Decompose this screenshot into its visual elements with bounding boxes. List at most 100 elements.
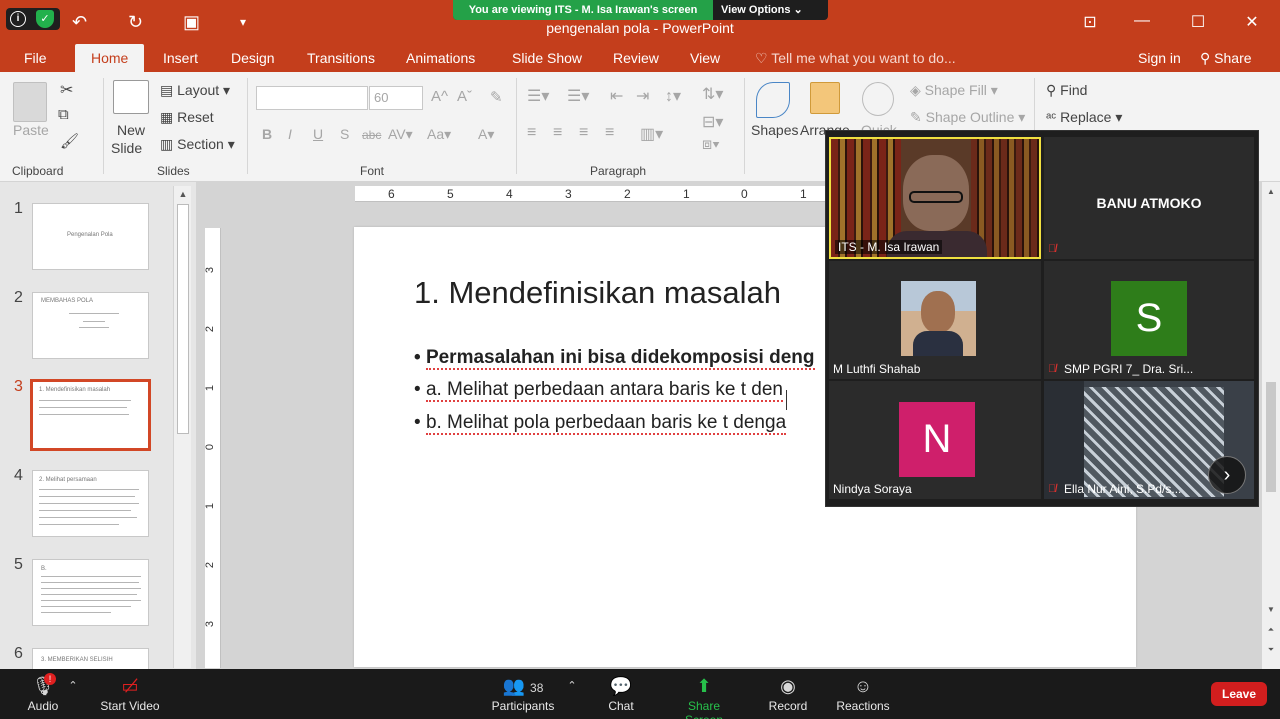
- tab-review[interactable]: Review: [613, 44, 659, 72]
- font-name-box[interactable]: [256, 86, 368, 110]
- tell-me-search[interactable]: ♡ Tell me what you want to do...: [755, 44, 956, 72]
- shadow-icon[interactable]: S: [340, 126, 349, 142]
- slide-bullet-2[interactable]: • a. Melihat perbedaan antara baris ke t…: [414, 379, 783, 402]
- video-tile-nindya[interactable]: N Nindya Soraya: [829, 381, 1041, 499]
- section-button[interactable]: ▥ Section ▾: [160, 136, 235, 153]
- slide-thumbnail-4[interactable]: 2. Melihat persamaan: [32, 470, 149, 537]
- tab-slide-show[interactable]: Slide Show: [512, 44, 582, 72]
- paste-button[interactable]: Paste: [13, 122, 49, 138]
- font-size-box[interactable]: 60: [369, 86, 423, 110]
- tab-view[interactable]: View: [690, 44, 720, 72]
- minimize-icon[interactable]: —: [1132, 12, 1152, 30]
- justify-icon[interactable]: ≡: [605, 124, 614, 142]
- participants-options-chevron-icon[interactable]: ⌃: [565, 669, 579, 699]
- columns-icon[interactable]: ▥▾: [640, 124, 663, 144]
- smartart-icon[interactable]: ⧈▾: [702, 136, 720, 154]
- quick-styles-icon[interactable]: [862, 82, 894, 116]
- paste-icon[interactable]: [13, 82, 47, 122]
- shape-fill-button[interactable]: ◈ Shape Fill ▾: [910, 82, 998, 99]
- next-page-icon[interactable]: ›: [1208, 456, 1246, 494]
- tab-insert[interactable]: Insert: [163, 44, 198, 72]
- align-left-icon[interactable]: ≡: [527, 124, 536, 142]
- slide-bullet-3[interactable]: • b. Melihat pola perbedaan baris ke t d…: [414, 412, 787, 435]
- tab-design[interactable]: Design: [231, 44, 275, 72]
- reactions-button[interactable]: ☺ Reactions: [836, 669, 890, 713]
- sign-in-link[interactable]: Sign in: [1138, 44, 1181, 72]
- slide-title[interactable]: 1. Mendefinisikan masalah: [414, 275, 781, 311]
- group-separator: [516, 78, 517, 174]
- slide-thumbnail-6[interactable]: 3. MEMBERIKAN SELISIH: [32, 648, 149, 669]
- video-tile-host[interactable]: ITS - M. Isa Irawan: [829, 137, 1041, 259]
- find-button[interactable]: ⚲ Find: [1046, 82, 1087, 99]
- copy-icon[interactable]: ⧉: [58, 106, 69, 123]
- shapes-button[interactable]: Shapes: [751, 122, 798, 138]
- scroll-down-icon[interactable]: ▼: [1265, 604, 1277, 616]
- slide-thumbnail-1[interactable]: Pengenalan Pola: [32, 203, 149, 270]
- increase-indent-icon[interactable]: ⇥: [636, 86, 649, 106]
- clear-formatting-icon[interactable]: ✎: [490, 88, 503, 106]
- new-slide-icon[interactable]: [113, 80, 149, 114]
- ribbon-display-icon[interactable]: ⊡: [1080, 12, 1100, 32]
- strikethrough-icon[interactable]: abc: [362, 128, 381, 142]
- leave-button[interactable]: Leave: [1211, 682, 1267, 706]
- char-spacing-icon[interactable]: AV▾: [388, 126, 413, 143]
- tab-transitions[interactable]: Transitions: [307, 44, 375, 72]
- new-slide-label-1[interactable]: New: [117, 122, 145, 138]
- change-case-icon[interactable]: Aa▾: [427, 126, 451, 143]
- participants-label: Participants: [491, 699, 555, 713]
- close-icon[interactable]: ✕: [1242, 12, 1262, 32]
- bullets-icon[interactable]: ☰▾: [527, 86, 549, 106]
- participants-button[interactable]: 👥 38 Participants: [488, 669, 558, 713]
- numbering-icon[interactable]: ☰▾: [567, 86, 589, 106]
- layout-button[interactable]: ▤ Layout ▾: [160, 82, 230, 99]
- increase-font-icon[interactable]: A^: [431, 88, 448, 105]
- replace-button[interactable]: ᵃᶜ Replace ▾: [1046, 109, 1122, 126]
- bold-icon[interactable]: B: [262, 126, 272, 142]
- app-window: i ✓ ↶ ↻ ▣ ▾ pengenalan pola - PowerPoint…: [0, 0, 1280, 719]
- start-video-button[interactable]: ▭̸ Start Video: [96, 669, 164, 713]
- video-tile-luthfi[interactable]: M Luthfi Shahab: [829, 261, 1041, 379]
- thumbnail-scrollbar[interactable]: ▲: [173, 186, 191, 668]
- share-button[interactable]: ⚲ Share: [1200, 44, 1252, 72]
- font-color-icon[interactable]: A▾: [478, 126, 494, 143]
- video-tile-banu[interactable]: BANU ATMOKO 🎙̸: [1044, 137, 1254, 259]
- slide-scrollbar[interactable]: ▲ ▼ ⏶ ⏷: [1262, 182, 1280, 669]
- next-slide-icon[interactable]: ⏷: [1265, 644, 1277, 656]
- scrollbar-thumb[interactable]: [177, 204, 189, 434]
- audio-button[interactable]: 🎙 Audio: [20, 669, 66, 713]
- tab-file[interactable]: File: [24, 44, 47, 72]
- new-slide-label-2[interactable]: Slide: [111, 140, 142, 156]
- tab-home[interactable]: Home: [75, 44, 145, 72]
- slide-thumbnail-5[interactable]: B.: [32, 559, 149, 626]
- scroll-up-icon[interactable]: ▲: [174, 186, 192, 202]
- line-spacing-icon[interactable]: ↕▾: [665, 86, 681, 106]
- scrollbar-thumb[interactable]: [1266, 382, 1276, 492]
- record-button[interactable]: ◉ Record: [766, 669, 810, 713]
- previous-slide-icon[interactable]: ⏶: [1265, 624, 1277, 636]
- slide-thumbnail-2[interactable]: MEMBAHAS POLA: [32, 292, 149, 359]
- video-tile-smp-pgri[interactable]: S 🎙̸ SMP PGRI 7_ Dra. Sri...: [1044, 261, 1254, 379]
- underline-icon[interactable]: U: [313, 126, 323, 142]
- shape-outline-button[interactable]: ✎ Shape Outline ▾: [910, 109, 1025, 126]
- cut-icon[interactable]: ✂: [60, 80, 73, 100]
- text-direction-icon[interactable]: ⇅▾: [702, 84, 723, 104]
- align-center-icon[interactable]: ≡: [553, 124, 562, 142]
- slide-bullet-1[interactable]: • Permasalahan ini bisa didekomposisi de…: [414, 347, 815, 370]
- view-options-button[interactable]: View Options ⌄: [721, 0, 803, 20]
- slide-thumbnail-3-selected[interactable]: 1. Mendefinisikan masalah: [30, 379, 151, 451]
- tab-animations[interactable]: Animations: [406, 44, 475, 72]
- share-screen-button[interactable]: ⬆ Share Screen: [668, 669, 740, 719]
- format-painter-icon[interactable]: 🖌: [60, 132, 79, 150]
- decrease-indent-icon[interactable]: ⇤: [610, 86, 623, 106]
- decrease-font-icon[interactable]: Aˇ: [457, 88, 472, 105]
- maximize-icon[interactable]: ☐: [1188, 12, 1208, 32]
- arrange-icon[interactable]: [810, 82, 840, 114]
- chat-button[interactable]: 💬 Chat: [604, 669, 638, 713]
- audio-options-chevron-icon[interactable]: ⌃: [66, 669, 80, 699]
- scroll-up-icon[interactable]: ▲: [1265, 186, 1277, 198]
- shapes-icon[interactable]: [756, 82, 790, 118]
- italic-icon[interactable]: I: [288, 126, 292, 142]
- align-text-icon[interactable]: ⊟▾: [702, 112, 723, 132]
- reset-button[interactable]: ▦ Reset: [160, 109, 214, 126]
- align-right-icon[interactable]: ≡: [579, 124, 588, 142]
